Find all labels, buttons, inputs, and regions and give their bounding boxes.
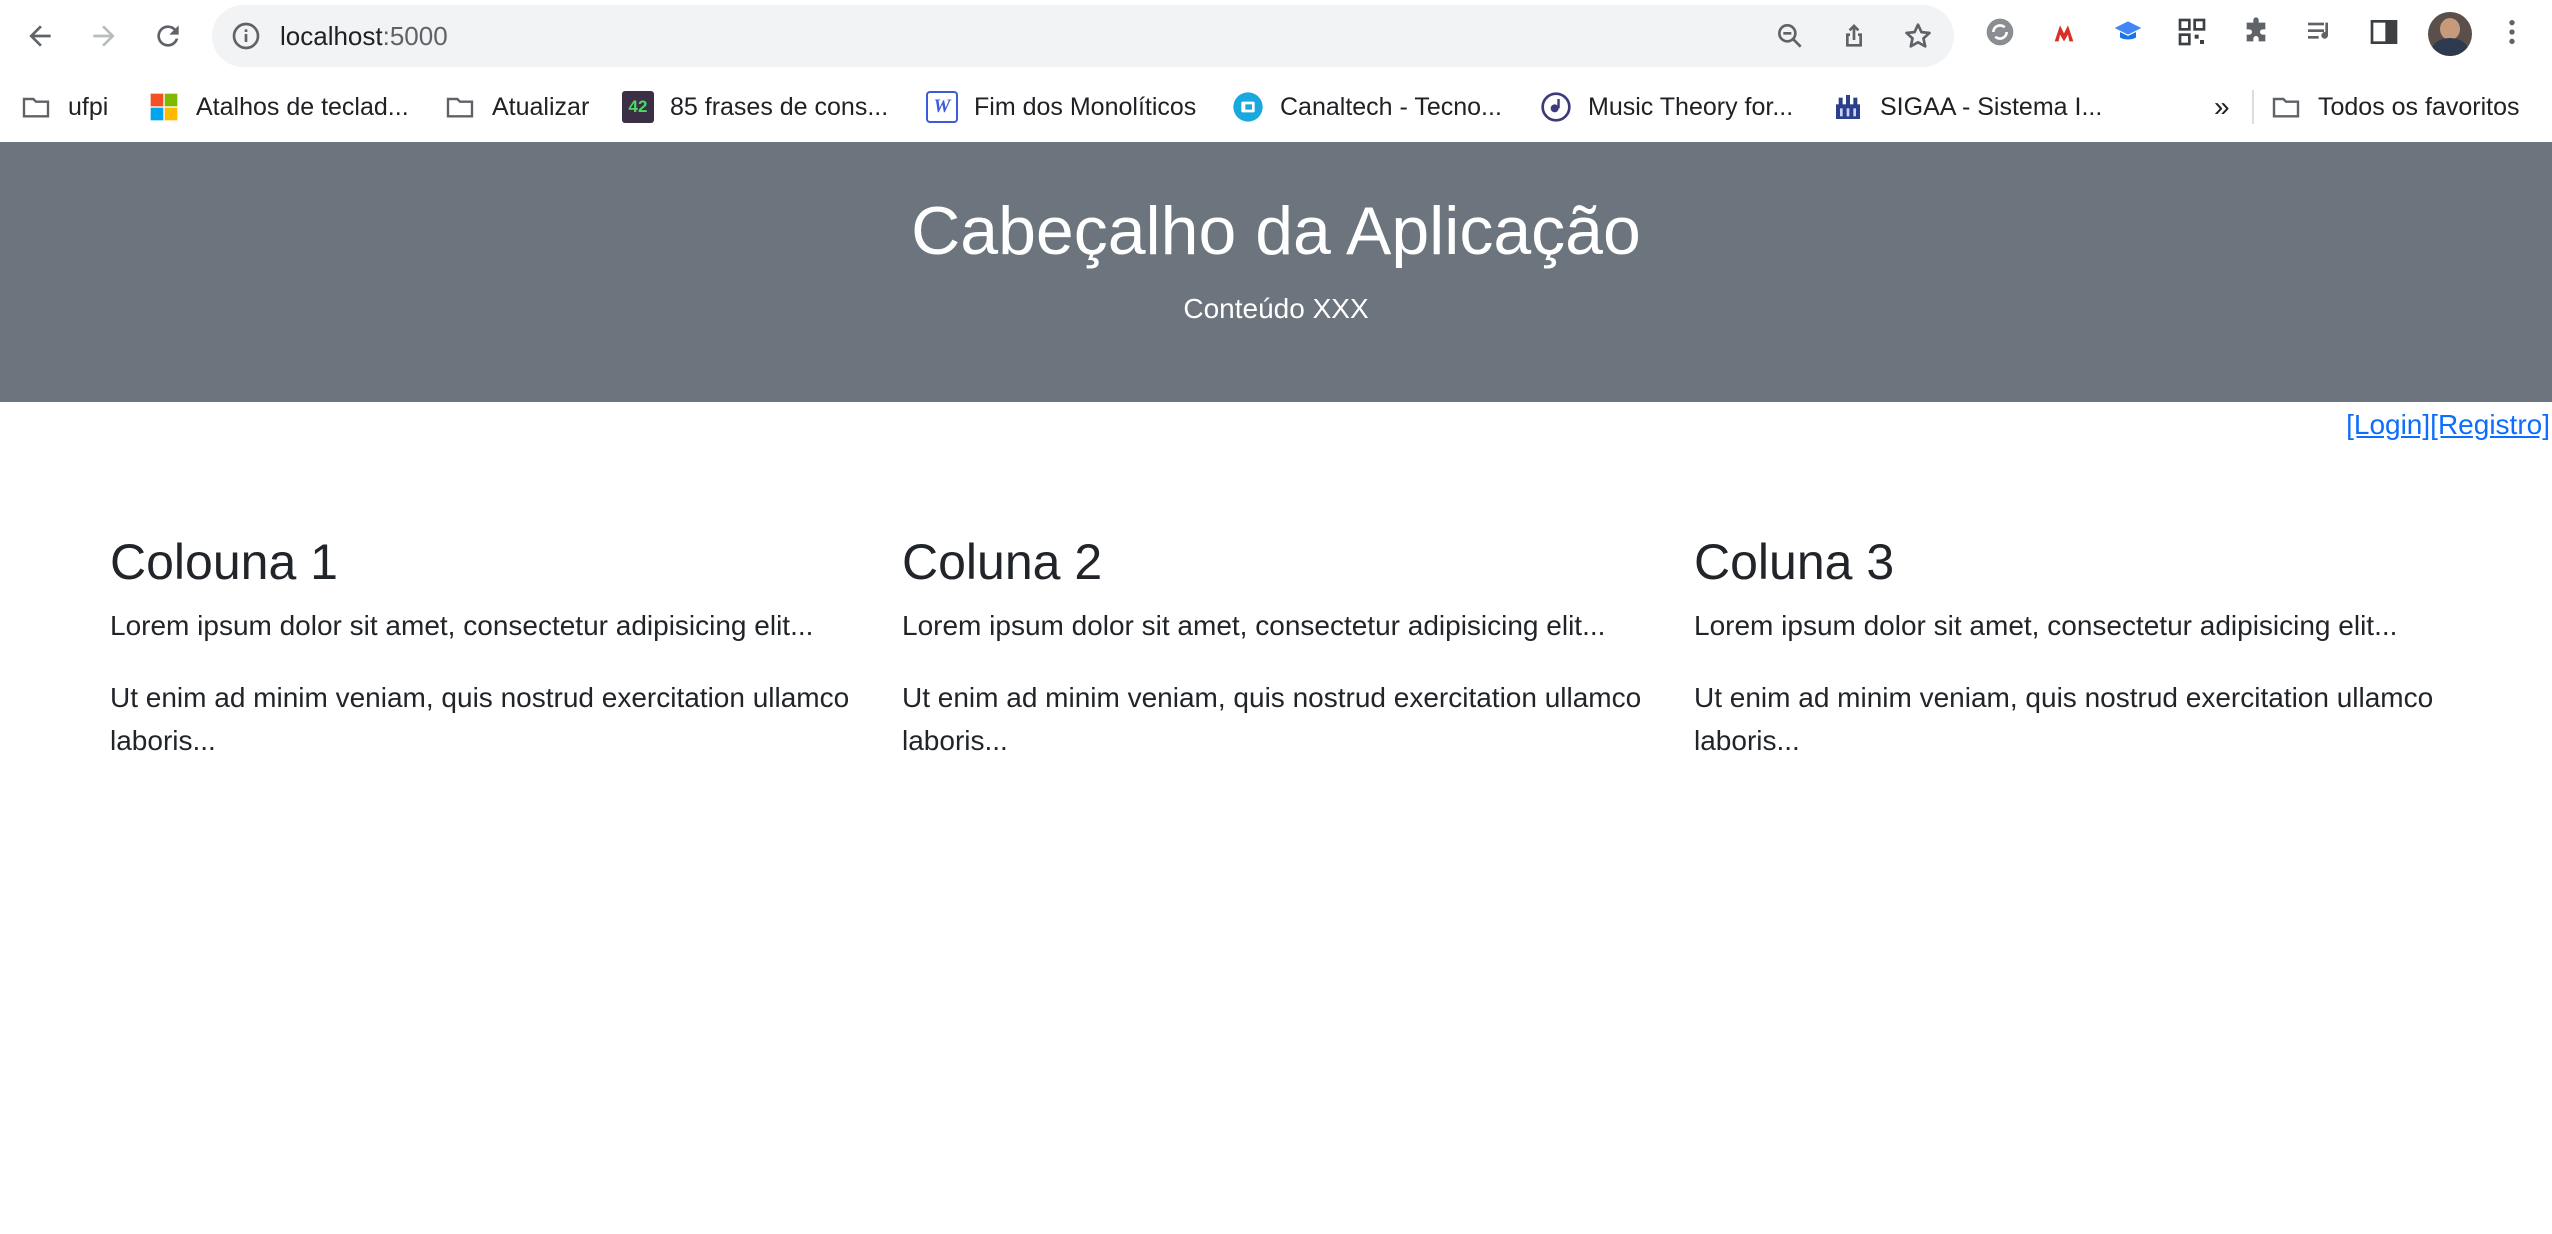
bookmark-label: Atualizar	[492, 92, 590, 121]
app-header: Cabeçalho da Aplicação Conteúdo XXX	[0, 142, 2552, 402]
bookmark-label: Todos os favoritos	[2318, 92, 2520, 121]
browser-toolbar: localhost:5000	[0, 0, 2552, 72]
column-paragraph: Ut enim ad minim veniam, quis nostrud ex…	[1694, 682, 2434, 756]
address-bar[interactable]: localhost:5000	[212, 5, 1954, 67]
column-1: Colouna 1 Lorem ipsum dolor sit amet, co…	[110, 530, 855, 791]
qr-code-icon[interactable]	[2176, 16, 2208, 48]
all-bookmarks-folder[interactable]: Todos os favoritos	[2270, 89, 2520, 125]
forward-button[interactable]	[82, 14, 126, 58]
reload-icon	[157, 25, 179, 47]
bookmark-music-theory[interactable]: Music Theory for...	[1540, 89, 1793, 125]
profile-avatar[interactable]	[2428, 12, 2472, 56]
menu-dots-icon[interactable]	[2496, 16, 2528, 48]
bookmark-ufpi[interactable]: ufpi	[20, 89, 108, 125]
share-icon[interactable]	[1838, 20, 1870, 52]
more-bookmarks-button[interactable]: »	[2214, 89, 2230, 125]
column-2: Coluna 2 Lorem ipsum dolor sit amet, con…	[902, 530, 1647, 791]
column-title: Coluna 3	[1694, 534, 1895, 590]
reload-button[interactable]	[146, 14, 190, 58]
bookmark-star-icon[interactable]	[1902, 20, 1934, 52]
url-host: localhost	[280, 21, 383, 51]
column-title: Colouna 1	[110, 534, 338, 590]
login-link[interactable]: [Login]	[2346, 409, 2430, 440]
url-text[interactable]: localhost:5000	[280, 20, 448, 52]
bookmark-label: SIGAA - Sistema I...	[1880, 92, 2103, 121]
microsoft-icon	[148, 91, 180, 123]
sync-extension-icon[interactable]	[1984, 16, 2016, 48]
bookmark-canaltech[interactable]: Canaltech - Tecno...	[1232, 89, 1502, 125]
bookmark-atalhos[interactable]: Atalhos de teclad...	[148, 89, 409, 125]
arrow-right-icon	[93, 25, 115, 47]
column-paragraph: Ut enim ad minim veniam, quis nostrud ex…	[902, 682, 1642, 756]
bookmark-label: Atalhos de teclad...	[196, 92, 409, 121]
bookmark-label: 85 frases de cons...	[670, 92, 889, 121]
column-paragraph: Ut enim ad minim veniam, quis nostrud ex…	[110, 682, 850, 756]
bookmark-atualizar[interactable]: Atualizar	[444, 89, 589, 125]
column-title: Coluna 2	[902, 534, 1103, 590]
zoom-icon[interactable]	[1774, 20, 1806, 52]
graduation-cap-icon[interactable]	[2112, 16, 2144, 48]
42-icon: 42	[622, 91, 654, 123]
back-button[interactable]	[18, 14, 62, 58]
side-panel-icon[interactable]	[2368, 16, 2400, 48]
bookmarks-divider	[2252, 90, 2254, 124]
w-icon: W	[926, 91, 958, 123]
sigaa-icon	[1832, 91, 1864, 123]
header-subtitle: Conteúdo XXX	[1183, 293, 1369, 324]
column-paragraph: Lorem ipsum dolor sit amet, consectetur …	[902, 610, 1606, 641]
reading-list-icon[interactable]	[2304, 16, 2336, 48]
extensions-puzzle-icon[interactable]	[2240, 16, 2272, 48]
register-link[interactable]: [Registro]	[2430, 409, 2550, 440]
bookmark-sigaa[interactable]: SIGAA - Sistema I...	[1832, 89, 2102, 125]
double-chevron-icon: »	[2214, 91, 2230, 122]
red-extension-icon[interactable]	[2048, 16, 2080, 48]
bookmark-label: Music Theory for...	[1588, 92, 1794, 121]
url-port: :5000	[382, 21, 448, 51]
folder-icon	[2270, 91, 2302, 123]
column-paragraph: Lorem ipsum dolor sit amet, consectetur …	[110, 610, 814, 641]
bookmark-label: Fim dos Monolíticos	[974, 92, 1197, 121]
info-icon[interactable]	[230, 20, 262, 52]
bookmark-fim-dos-monoliticos[interactable]: W Fim dos Monolíticos	[926, 89, 1196, 125]
arrow-left-icon	[29, 25, 51, 47]
canaltech-icon	[1232, 91, 1264, 123]
bookmark-label: ufpi	[68, 92, 109, 121]
header-title: Cabeçalho da Aplicação	[911, 193, 1641, 269]
bookmark-85-frases[interactable]: 42 85 frases de cons...	[622, 89, 888, 125]
bookmark-label: Canaltech - Tecno...	[1280, 92, 1502, 121]
auth-links: [Login][Registro]	[2346, 408, 2550, 442]
folder-icon	[444, 91, 476, 123]
column-3: Coluna 3 Lorem ipsum dolor sit amet, con…	[1694, 530, 2439, 791]
folder-icon	[20, 91, 52, 123]
column-paragraph: Lorem ipsum dolor sit amet, consectetur …	[1694, 610, 2398, 641]
bookmarks-bar: ufpi Atalhos de teclad... Atualizar 42 8…	[0, 72, 2552, 142]
music-theory-icon	[1540, 91, 1572, 123]
